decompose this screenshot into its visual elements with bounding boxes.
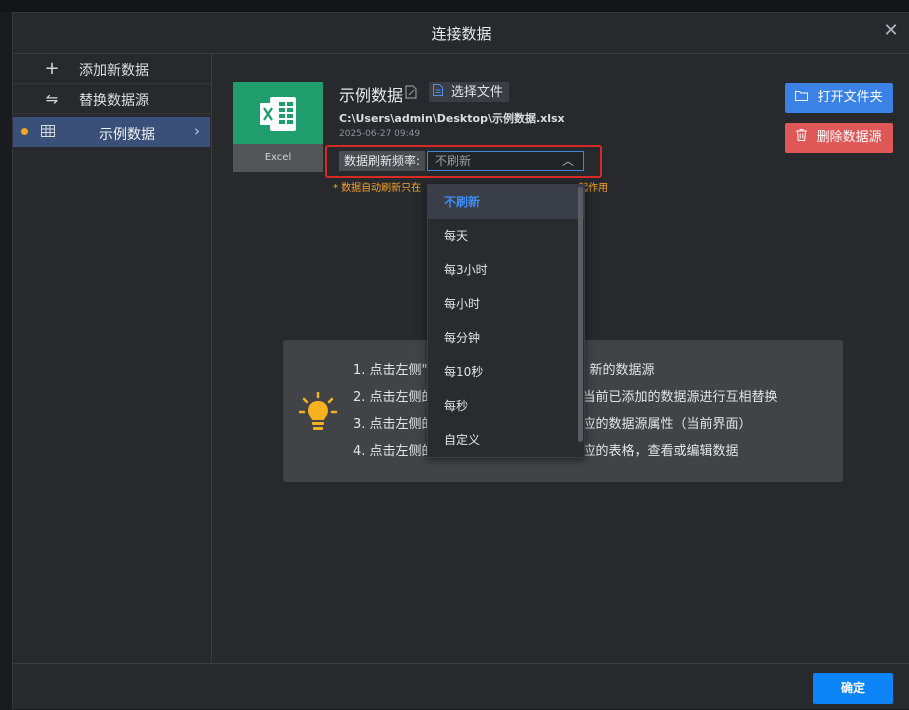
connect-data-dialog: 连接数据 ✕ + 添加新数据 ⇋ 替换数据源 示例数据 › Excel 示例数据… xyxy=(12,12,909,709)
folder-icon xyxy=(795,90,812,105)
close-icon[interactable]: ✕ xyxy=(882,22,900,40)
add-data-button[interactable]: + 添加新数据 xyxy=(13,54,211,84)
add-data-label: 添加新数据 xyxy=(79,63,149,79)
plus-icon: + xyxy=(44,58,60,79)
thumbnail-caption: Excel xyxy=(233,144,323,172)
lightbulb-icon xyxy=(298,391,338,438)
excel-logo-icon xyxy=(258,94,298,138)
edit-icon[interactable] xyxy=(405,85,417,103)
dropdown-scrollbar[interactable] xyxy=(578,187,583,442)
option-no-refresh[interactable]: 不刷新 xyxy=(428,185,584,219)
option-every-second[interactable]: 每秒 xyxy=(428,389,584,423)
refresh-frequency-dropdown: 不刷新 每天 每3小时 每小时 每分钟 每10秒 每秒 自定义 xyxy=(427,184,585,458)
refresh-frequency-label: 数据刷新频率: xyxy=(339,151,425,171)
chevron-right-icon: › xyxy=(194,122,200,140)
option-hourly[interactable]: 每小时 xyxy=(428,287,584,321)
trash-icon xyxy=(796,129,811,145)
delete-source-label: 删除数据源 xyxy=(816,130,882,145)
swap-icon: ⇋ xyxy=(45,90,59,108)
option-every-10-seconds[interactable]: 每10秒 xyxy=(428,355,584,389)
top-strip xyxy=(0,0,909,12)
table-icon xyxy=(41,124,55,142)
dialog-title-bar: 连接数据 ✕ xyxy=(13,13,909,54)
status-dot xyxy=(21,128,28,135)
sidebar-item-label: 示例数据 xyxy=(99,127,155,143)
replace-source-label: 替换数据源 xyxy=(79,93,149,109)
source-name: 示例数据 xyxy=(339,86,404,105)
refresh-frequency-select[interactable]: 不刷新 ︿ xyxy=(427,151,584,171)
dialog-title: 连接数据 xyxy=(431,25,492,43)
dialog-footer xyxy=(13,663,909,710)
option-custom[interactable]: 自定义 xyxy=(428,423,584,457)
excel-thumbnail: Excel xyxy=(233,82,323,172)
confirm-button[interactable]: 确定 xyxy=(813,673,893,704)
open-folder-label: 打开文件夹 xyxy=(817,90,883,105)
open-folder-button[interactable]: 打开文件夹 xyxy=(785,83,893,113)
sidebar-item-sample-data[interactable]: 示例数据 › xyxy=(13,117,210,147)
sidebar: + 添加新数据 ⇋ 替换数据源 示例数据 › xyxy=(13,54,212,663)
file-icon xyxy=(433,84,447,99)
option-every-3-hours[interactable]: 每3小时 xyxy=(428,253,584,287)
refresh-note-text: * 数据自动刷新只在 xyxy=(333,183,422,194)
choose-file-label: 选择文件 xyxy=(450,85,503,100)
delete-source-button[interactable]: 删除数据源 xyxy=(785,123,893,153)
file-path: C:\Users\admin\Desktop\示例数据.xlsx xyxy=(339,112,565,125)
file-date: 2025-06-27 09:49 xyxy=(339,129,421,139)
choose-file-button[interactable]: 选择文件 xyxy=(429,82,509,102)
option-every-minute[interactable]: 每分钟 xyxy=(428,321,584,355)
refresh-frequency-value: 不刷新 xyxy=(435,154,472,168)
option-daily[interactable]: 每天 xyxy=(428,219,584,253)
chevron-up-icon: ︿ xyxy=(561,154,574,168)
replace-source-button[interactable]: ⇋ 替换数据源 xyxy=(13,84,211,114)
